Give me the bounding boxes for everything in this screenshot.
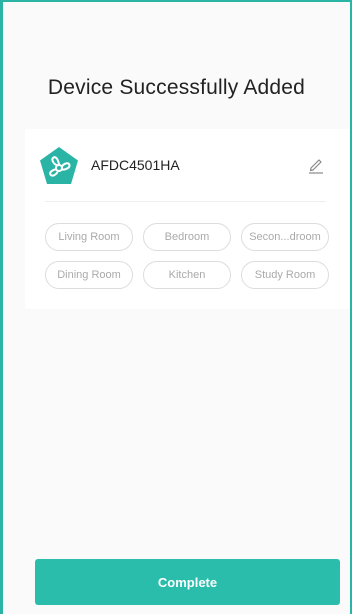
room-chip-dining-room[interactable]: Dining Room (45, 261, 133, 289)
page-title: Device Successfully Added (47, 76, 306, 99)
device-row: AFDC4501HA (25, 129, 350, 201)
room-chip-kitchen[interactable]: Kitchen (143, 261, 231, 289)
room-chip-study-room[interactable]: Study Room (241, 261, 329, 289)
divider (45, 201, 326, 202)
device-card: AFDC4501HA Living Room Bedroom Secon...d… (25, 129, 350, 309)
room-chip-living-room[interactable]: Living Room (45, 223, 133, 251)
room-chip-bedroom[interactable]: Bedroom (143, 223, 231, 251)
room-selector: Living Room Bedroom Secon...droom Dining… (45, 223, 335, 289)
fan-icon (38, 145, 80, 187)
device-name: AFDC4501HA (91, 157, 180, 173)
pencil-icon[interactable] (308, 156, 324, 174)
screen-frame: Device Successfully Added AFDC4501HA Liv… (0, 0, 352, 614)
complete-button[interactable]: Complete (35, 559, 340, 605)
room-chip-second-bedroom[interactable]: Secon...droom (241, 223, 329, 251)
